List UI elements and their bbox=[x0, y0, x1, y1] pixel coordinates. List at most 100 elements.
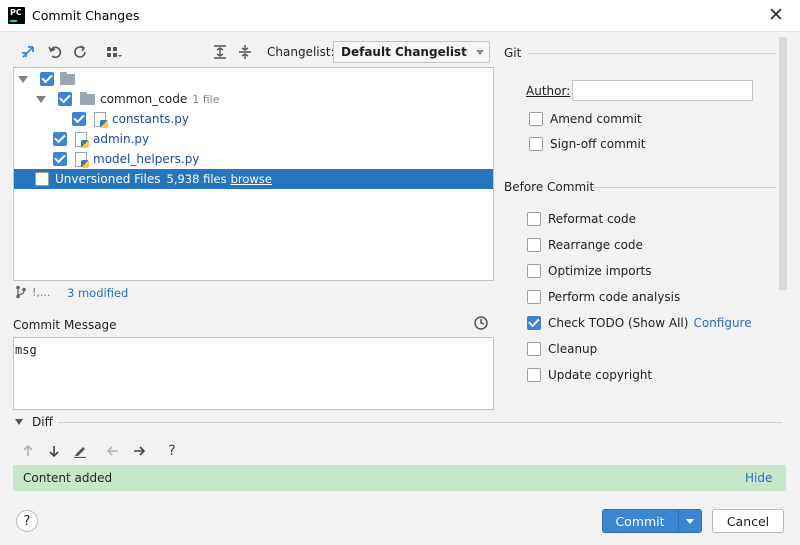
before-commit-heading: Before Commit bbox=[504, 180, 595, 194]
optimize-imports-checkbox[interactable] bbox=[527, 264, 541, 278]
tree-row-model-helpers[interactable]: model_helpers.py bbox=[14, 149, 493, 169]
admin-checkbox[interactable] bbox=[53, 132, 67, 146]
changelist-dropdown[interactable]: Default Changelist bbox=[333, 41, 490, 63]
model-helpers-checkbox[interactable] bbox=[53, 152, 67, 166]
commit-message-input[interactable]: msg bbox=[13, 337, 494, 410]
option-label: Cleanup bbox=[548, 342, 598, 356]
expand-triangle-icon[interactable] bbox=[36, 95, 46, 103]
option-optimize-imports[interactable]: Optimize imports bbox=[527, 262, 652, 280]
branch-label: !,... bbox=[32, 286, 51, 299]
expand-all-icon[interactable] bbox=[210, 42, 230, 62]
collapse-all-icon[interactable] bbox=[235, 42, 255, 62]
next-file-icon[interactable] bbox=[129, 441, 149, 461]
tree-row-common-code[interactable]: common_code 1 file bbox=[14, 89, 493, 109]
previous-file-icon[interactable] bbox=[103, 441, 123, 461]
refresh-icon[interactable] bbox=[70, 42, 90, 62]
unversioned-checkbox[interactable] bbox=[35, 172, 49, 186]
folder-icon bbox=[60, 71, 75, 85]
commit-options-chevron-icon[interactable] bbox=[686, 519, 694, 524]
rollback-icon[interactable] bbox=[45, 42, 65, 62]
author-input[interactable] bbox=[572, 80, 753, 101]
branch-icon bbox=[15, 285, 27, 302]
git-separator bbox=[528, 53, 776, 54]
option-check-todo[interactable]: Check TODO (Show All) Configure bbox=[527, 314, 752, 332]
perform-code-analysis-checkbox[interactable] bbox=[527, 290, 541, 304]
group-by-icon[interactable] bbox=[104, 42, 124, 62]
close-icon[interactable]: ✕ bbox=[764, 4, 788, 28]
tree-row-admin[interactable]: admin.py bbox=[14, 129, 493, 149]
expand-triangle-icon[interactable] bbox=[18, 75, 28, 83]
next-difference-icon[interactable] bbox=[44, 441, 64, 461]
unversioned-label: Unversioned Files bbox=[55, 172, 161, 186]
tree-item-label: common_code bbox=[100, 92, 188, 106]
previous-difference-icon[interactable] bbox=[18, 441, 38, 461]
option-cleanup[interactable]: Cleanup bbox=[527, 340, 597, 358]
python-file-icon bbox=[94, 111, 108, 128]
option-perform-code-analysis[interactable]: Perform code analysis bbox=[527, 288, 680, 306]
cancel-button-label: Cancel bbox=[726, 513, 770, 529]
constants-checkbox[interactable] bbox=[72, 112, 86, 126]
modified-count[interactable]: 3 modified bbox=[67, 286, 128, 300]
chevron-down-icon bbox=[476, 50, 484, 55]
diff-heading: Diff bbox=[32, 415, 53, 429]
edit-source-icon[interactable] bbox=[70, 441, 90, 461]
content-added-label: Content added bbox=[23, 471, 113, 485]
cancel-button[interactable]: Cancel bbox=[712, 509, 784, 533]
option-label: Reformat code bbox=[548, 212, 636, 226]
rearrange-code-checkbox[interactable] bbox=[527, 238, 541, 252]
root-checkbox[interactable] bbox=[40, 72, 54, 86]
signoff-commit-checkbox[interactable] bbox=[529, 137, 543, 151]
amend-commit-checkbox[interactable] bbox=[529, 112, 543, 126]
tree-item-meta: 1 file bbox=[192, 92, 220, 106]
common-code-checkbox[interactable] bbox=[58, 92, 72, 106]
show-diff-icon[interactable] bbox=[18, 42, 38, 62]
signoff-commit-option[interactable]: Sign-off commit bbox=[529, 135, 646, 153]
commit-button-label: Commit bbox=[615, 513, 665, 529]
cleanup-checkbox[interactable] bbox=[527, 342, 541, 356]
option-label: Perform code analysis bbox=[548, 290, 681, 304]
option-label: Optimize imports bbox=[548, 264, 652, 278]
diff-help-icon[interactable]: ? bbox=[162, 441, 182, 461]
reformat-code-checkbox[interactable] bbox=[527, 212, 541, 226]
option-rearrange-code[interactable]: Rearrange code bbox=[527, 236, 643, 254]
git-heading: Git bbox=[504, 46, 522, 60]
author-label: Author: bbox=[526, 84, 571, 98]
tree-item-label: model_helpers.py bbox=[93, 152, 200, 166]
option-label: Check TODO (Show All) bbox=[548, 316, 689, 330]
scrollbar-thumb[interactable] bbox=[779, 37, 787, 290]
help-button[interactable]: ? bbox=[16, 510, 38, 532]
update-copyright-checkbox[interactable] bbox=[527, 368, 541, 382]
option-reformat-code[interactable]: Reformat code bbox=[527, 210, 636, 228]
signoff-commit-label: Sign-off commit bbox=[550, 137, 646, 151]
option-label: Update copyright bbox=[548, 368, 653, 382]
check-todo-checkbox[interactable] bbox=[527, 316, 541, 330]
window-title: Commit Changes bbox=[32, 8, 140, 23]
configure-link[interactable]: Configure bbox=[693, 316, 751, 330]
history-clock-icon[interactable] bbox=[473, 315, 489, 334]
option-label: Rearrange code bbox=[548, 238, 643, 252]
commit-split-divider bbox=[678, 510, 679, 532]
commit-message-label: Commit Message bbox=[13, 318, 117, 332]
unversioned-count: 5,938 files bbox=[166, 172, 227, 186]
diff-separator bbox=[58, 422, 782, 423]
folder-icon bbox=[80, 91, 95, 105]
amend-commit-option[interactable]: Amend commit bbox=[529, 110, 642, 128]
tree-row-root[interactable] bbox=[14, 69, 493, 89]
python-file-icon bbox=[75, 131, 89, 148]
changelist-label: Changelist: bbox=[267, 45, 335, 59]
tree-item-label: admin.py bbox=[93, 132, 150, 146]
tree-row-unversioned[interactable]: Unversioned Files 5,938 files browse bbox=[14, 169, 493, 189]
content-added-bar: Content added Hide bbox=[13, 465, 786, 491]
browse-link[interactable]: browse bbox=[231, 172, 272, 186]
changes-tree[interactable]: common_code 1 file constants.py admin.py… bbox=[13, 67, 494, 281]
pycharm-app-icon: PC bbox=[8, 7, 25, 24]
tree-row-constants[interactable]: constants.py bbox=[14, 109, 493, 129]
amend-commit-label: Amend commit bbox=[550, 112, 642, 126]
diff-collapse-icon[interactable] bbox=[15, 419, 23, 425]
tree-item-label: constants.py bbox=[112, 112, 189, 126]
before-commit-separator bbox=[592, 187, 776, 188]
changelist-value: Default Changelist bbox=[341, 45, 467, 59]
commit-button[interactable]: Commit bbox=[602, 509, 702, 533]
hide-link[interactable]: Hide bbox=[745, 471, 772, 485]
option-update-copyright[interactable]: Update copyright bbox=[527, 366, 652, 384]
